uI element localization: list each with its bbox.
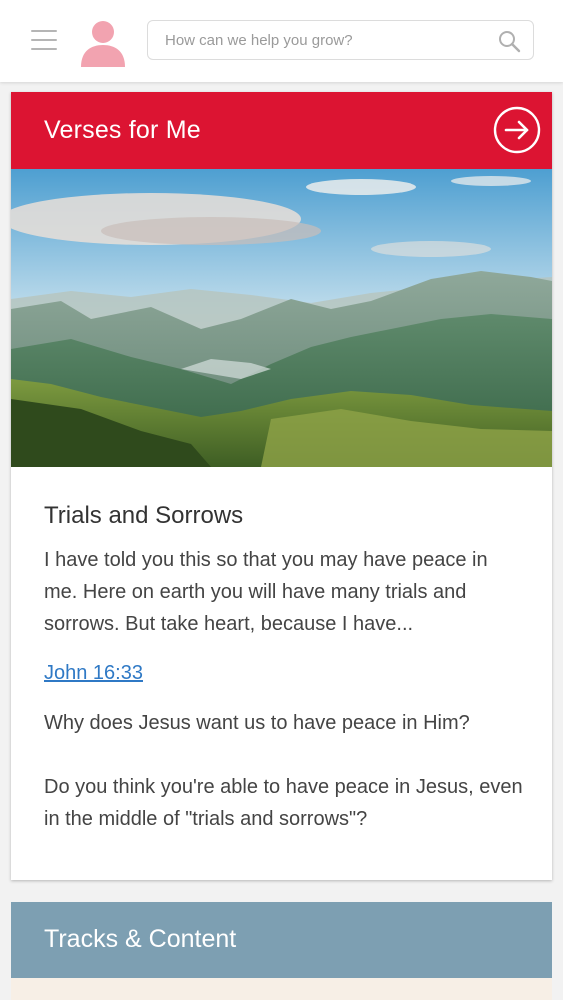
search-input[interactable] xyxy=(148,21,488,59)
tracks-card[interactable]: Tracks & Content xyxy=(11,902,552,1000)
hamburger-menu-icon[interactable] xyxy=(31,30,57,50)
search-box xyxy=(147,20,534,60)
verse-content: Trials and Sorrows I have told you this … xyxy=(44,502,524,835)
verses-card: Verses for Me Trials and Sorrows I have … xyxy=(11,92,552,880)
search-icon[interactable] xyxy=(497,29,521,53)
tracks-card-preview xyxy=(11,978,552,1000)
hero-landscape-image xyxy=(11,169,552,467)
arrow-right-circle-icon[interactable] xyxy=(493,106,541,154)
user-avatar-icon[interactable] xyxy=(79,17,127,69)
reflection-question-2: Do you think you're able to have peace i… xyxy=(44,776,523,830)
verses-card-header: Verses for Me xyxy=(11,92,552,169)
tracks-card-title: Tracks & Content xyxy=(44,925,237,953)
verse-title: Trials and Sorrows xyxy=(44,502,244,529)
top-bar xyxy=(0,0,563,82)
reflection-question-1: Why does Jesus want us to have peace in … xyxy=(44,712,470,734)
tracks-card-header: Tracks & Content xyxy=(11,902,552,978)
verse-text: I have told you this so that you may hav… xyxy=(44,549,488,635)
verses-card-title: Verses for Me xyxy=(44,116,201,144)
verse-reference-link[interactable]: John 16:33 xyxy=(44,662,143,685)
